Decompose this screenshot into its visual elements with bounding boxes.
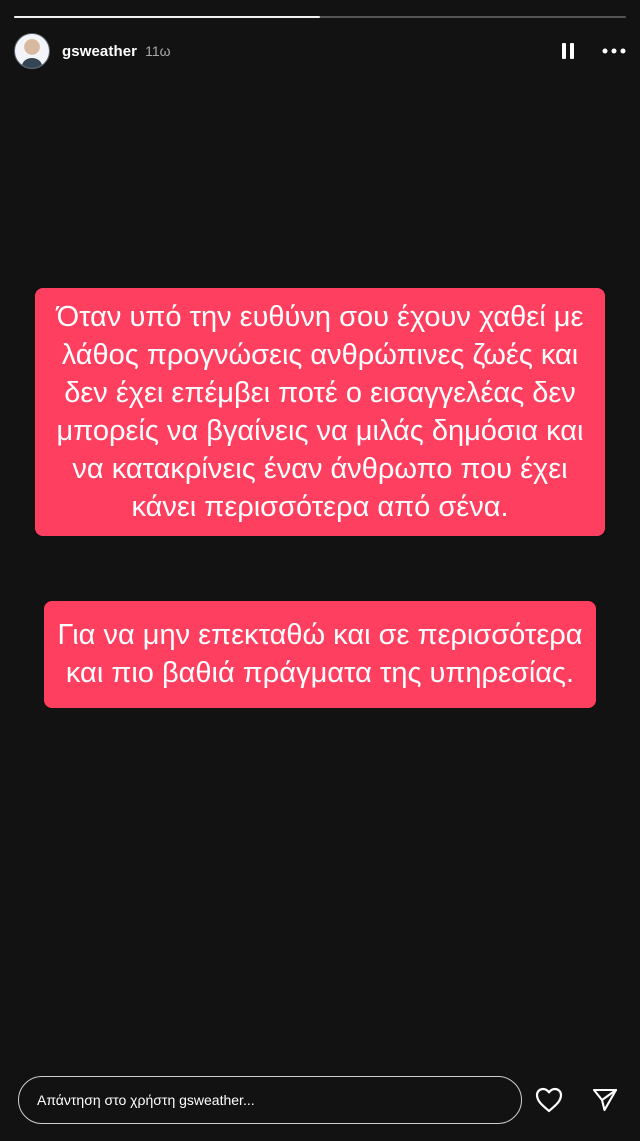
heart-icon-graphic [535, 1087, 563, 1113]
story-progress-bar [14, 16, 626, 18]
story-time-ago: 11ω [145, 43, 171, 59]
story-text-line: Όταν υπό την ευθύνη σου έχουν χαθεί με [56, 301, 584, 333]
header-actions [556, 39, 626, 63]
story-text-line: Για να μην επεκταθώ και σε περισσότερα [57, 619, 583, 651]
story-text-box-1: Όταν υπό την ευθύνη σου έχουν χαθεί με λ… [35, 288, 605, 536]
pause-icon-graphic [562, 43, 574, 59]
story-text-line: λάθος προγνώσεις ανθρώπινες ζωές και [61, 339, 579, 371]
story-footer: Απάντηση στο χρήστη gsweather... [18, 1075, 622, 1125]
story-text-line: μπορείς να βγαίνεις να μιλάς δημόσια και [56, 415, 584, 447]
story-progress-fill [14, 16, 320, 18]
story-text-line: και πιο βαθιά πράγματα της υπηρεσίας. [65, 657, 575, 689]
story-text-block-1: Όταν υπό την ευθύνη σου έχουν χαθεί με λ… [0, 288, 640, 536]
more-icon[interactable] [602, 39, 626, 63]
story-text-line: δεν έχει επέμβει ποτέ ο εισαγγελέας δεν [64, 377, 576, 409]
reply-input[interactable]: Απάντηση στο χρήστη gsweather... [18, 1076, 522, 1124]
heart-icon[interactable] [534, 1085, 564, 1115]
pause-icon[interactable] [556, 39, 580, 63]
story-viewer: gsweather 11ω Όταν υπό την ευθύνη σου έχ… [0, 0, 640, 1141]
story-text-line: να κατακρίνεις έναν άνθρωπο που έχει [72, 453, 568, 485]
story-text-box-2: Για να μην επεκταθώ και σε περισσότερα κ… [44, 601, 596, 708]
footer-actions [534, 1085, 620, 1115]
send-icon-graphic [592, 1088, 618, 1112]
avatar[interactable] [14, 33, 50, 69]
story-header: gsweather 11ω [14, 32, 626, 70]
send-icon[interactable] [590, 1085, 620, 1115]
more-icon-graphic [602, 48, 626, 54]
username[interactable]: gsweather [62, 43, 137, 60]
story-text-line: κάνει περισσότερα από σένα. [131, 491, 509, 523]
story-text-block-2: Για να μην επεκταθώ και σε περισσότερα κ… [0, 601, 640, 708]
